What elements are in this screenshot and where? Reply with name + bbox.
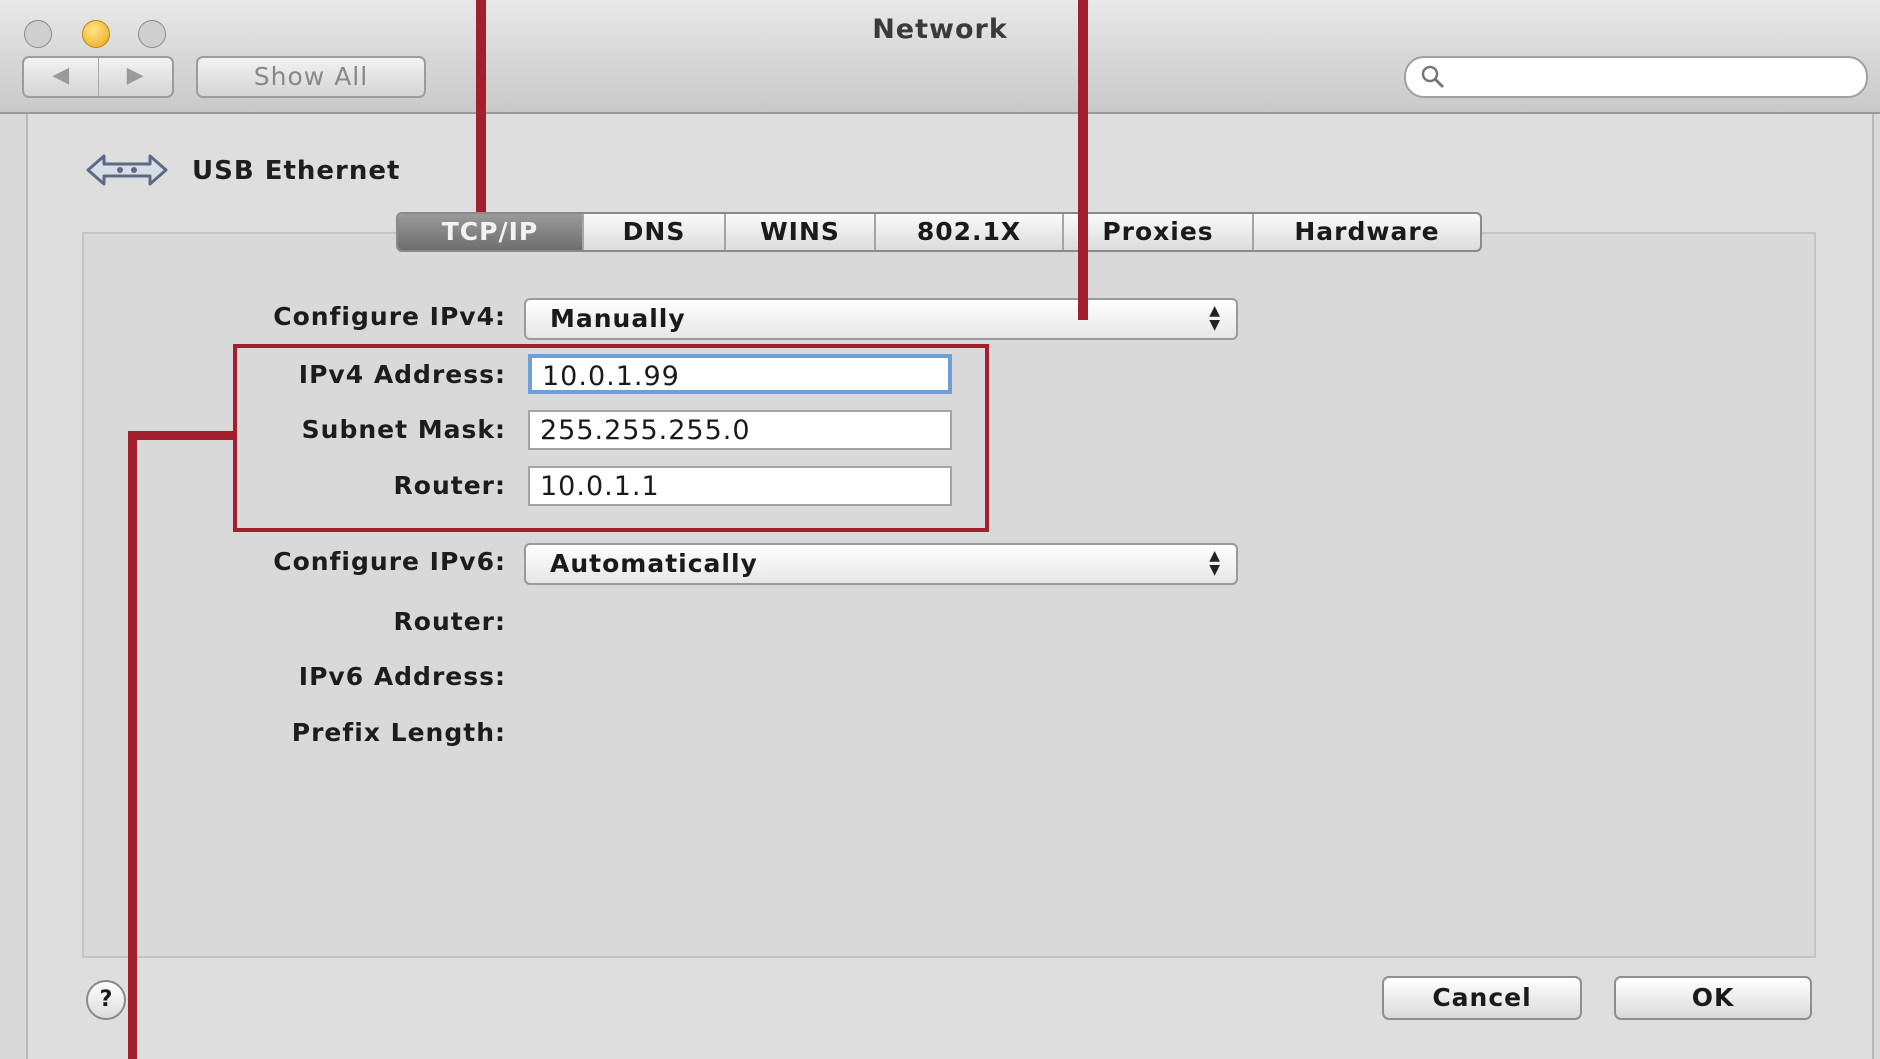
callout-line-popup — [1078, 0, 1088, 320]
title-bar: Network ◀ ▶ Show All — [0, 0, 1880, 114]
callout-line-horizontal — [128, 431, 235, 440]
cancel-button[interactable]: Cancel — [1382, 976, 1582, 1020]
callout-line-tab — [476, 0, 486, 212]
callout-line-vertical — [128, 431, 137, 1059]
configure-ipv6-value: Automatically — [550, 549, 758, 578]
search-icon — [1421, 65, 1445, 89]
tab-bar: TCP/IP DNS WINS 802.1X Proxies Hardware — [396, 212, 1482, 252]
callout-box — [233, 344, 989, 532]
tab-tcpip[interactable]: TCP/IP — [398, 214, 582, 250]
configure-ipv6-popup[interactable]: Automatically ▲ ▼ — [524, 543, 1238, 585]
back-button[interactable]: ◀ — [24, 58, 98, 96]
ok-button[interactable]: OK — [1614, 976, 1812, 1020]
tab-wins[interactable]: WINS — [724, 214, 874, 250]
updown-arrows-icon: ▲ ▼ — [1209, 303, 1220, 333]
tab-802-1x[interactable]: 802.1X — [874, 214, 1062, 250]
configure-ipv4-popup[interactable]: Manually ▲ ▼ — [524, 298, 1238, 340]
help-button[interactable]: ? — [86, 980, 126, 1020]
prefix-length-label: Prefix Length: — [291, 718, 506, 747]
configure-ipv6-label: Configure IPv6: — [273, 547, 506, 576]
window-title: Network — [872, 14, 1008, 45]
configure-ipv4-label: Configure IPv4: — [273, 302, 506, 331]
interface-name: USB Ethernet — [192, 156, 401, 186]
ethernet-arrows-icon — [86, 154, 168, 186]
updown-arrows-icon: ▲ ▼ — [1209, 548, 1220, 578]
ipv6-router-label: Router: — [393, 607, 506, 636]
tab-hardware[interactable]: Hardware — [1252, 214, 1480, 250]
tab-proxies[interactable]: Proxies — [1062, 214, 1252, 250]
show-all-button[interactable]: Show All — [196, 56, 426, 98]
ipv6-address-label: IPv6 Address: — [298, 662, 506, 691]
back-forward-control: ◀ ▶ — [22, 56, 174, 98]
tcpip-panel — [82, 232, 1816, 958]
forward-button[interactable]: ▶ — [97, 58, 173, 96]
configure-ipv4-value: Manually — [550, 304, 686, 333]
search-input[interactable] — [1404, 56, 1868, 98]
tab-dns[interactable]: DNS — [582, 214, 724, 250]
